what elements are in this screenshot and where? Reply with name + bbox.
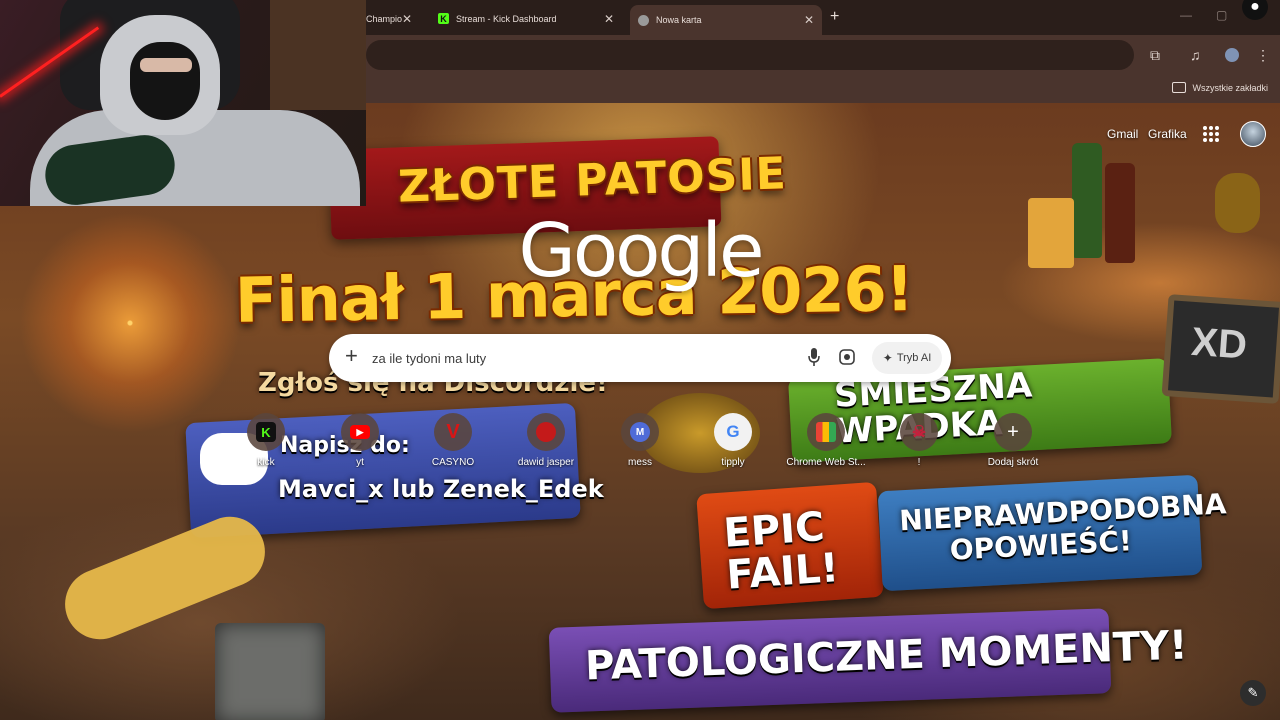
red-circle-icon [536,422,556,442]
tab-label: Nowa karta [656,15,702,25]
shortcut-label: ! [917,457,921,468]
minimize-icon[interactable]: — [1180,8,1192,22]
overlay-badge: ● [1242,0,1268,20]
skull-icon: ☠ [911,424,927,441]
customize-chrome-button[interactable]: ✎ [1240,680,1266,706]
shortcut-yt[interactable]: ▶ yt [320,413,400,468]
profile-avatar[interactable] [1225,48,1239,62]
shortcut-tipply[interactable]: G tipply [693,413,773,468]
google-apps-icon[interactable] [1203,126,1219,142]
gmail-link[interactable]: Gmail [1107,127,1138,141]
shortcut-tile [807,413,845,451]
google-logo: Google [518,208,765,294]
folder-icon [1172,82,1187,93]
shortcut-tile: + [994,413,1032,451]
ai-sparkle-icon: ✦ [882,351,893,365]
shortcut-label: Chrome Web St... [786,457,866,468]
poster-xd: XD [1189,319,1249,368]
close-icon[interactable]: ✕ [402,12,412,26]
xd-chalkboard: XD [1161,294,1280,404]
shortcut-label: mess [628,457,652,468]
chrome-web-store-icon [816,422,836,442]
letter-m-icon: M [630,422,650,442]
all-bookmarks-label: Wszystkie zakładki [1192,82,1268,93]
tab-champions[interactable]: Champio ✕ [358,6,420,31]
ai-mode-button[interactable]: ✦ Tryb AI [872,342,942,374]
microphone-icon[interactable] [807,348,821,366]
shortcut-label: Dodaj skrót [987,457,1039,468]
shortcut-label: tipply [721,457,745,468]
pencil-icon: ✎ [1247,685,1259,700]
webcam-person-eyes [140,58,192,72]
tab-label: Stream - Kick Dashboard [456,13,557,24]
poster-epic-fail: EPIC FAIL! [722,503,841,599]
plus-icon: + [1007,420,1019,443]
trash-bin-decoration [215,623,325,720]
extensions-icon[interactable]: ⧉ [1150,47,1160,64]
shortcut-label: yt [356,457,364,468]
webcam-overlay [0,0,366,206]
tab-label: Champio [366,13,403,24]
google-lens-icon[interactable] [839,349,855,365]
shortcut-chrome-web-store[interactable]: Chrome Web St... [786,413,866,468]
new-tab-button[interactable]: + [830,8,839,26]
shortcut-tile: K [247,413,285,451]
all-bookmarks-button[interactable]: Wszystkie zakładki [1172,82,1268,93]
search-input[interactable]: za ile tydoni ma luty [372,351,486,366]
webcam-shelf [270,0,366,110]
poster-discord-names: Mavci_x lub Zenek_Edek [278,475,604,503]
shortcut-label: kick [257,457,275,468]
tab-kick-dashboard[interactable]: K Stream - Kick Dashboard ✕ [430,6,622,31]
close-icon[interactable]: ✕ [604,12,614,26]
shortcut-dawid-jasper[interactable]: dawid jasper [506,413,586,468]
v-logo-icon: V [446,420,460,443]
media-controls-icon[interactable]: ♫ [1190,47,1201,63]
google-g-icon: G [726,422,740,441]
webcam-person-mask [130,42,200,120]
shortcut-label: dawid jasper [517,457,575,468]
shortcut-tile: V [434,413,472,451]
shortcut-kick[interactable]: K kick [226,413,306,468]
address-bar[interactable] [366,40,1134,70]
bottle-decoration [1072,143,1102,258]
shortcut-mess[interactable]: M mess [600,413,680,468]
shortcut-tile: ☠ [900,413,938,451]
menu-icon[interactable]: ⋮ [1256,47,1270,64]
kick-icon: K [438,13,449,24]
shortcut-tile: G [714,413,752,451]
chrome-icon [638,14,649,26]
shortcut-exclamation[interactable]: ☠ ! [879,413,959,468]
account-avatar[interactable] [1240,121,1266,147]
ai-mode-label: Tryb AI [896,352,932,364]
tab-new-tab[interactable]: Nowa karta ✕ [630,5,822,35]
jar-decoration [1215,173,1260,233]
images-link[interactable]: Grafika [1148,127,1187,141]
shortcut-label: CASYNO [431,457,475,468]
maximize-icon[interactable]: ▢ [1216,8,1227,22]
shortcut-casyno[interactable]: V CASYNO [413,413,493,468]
search-box[interactable]: + za ile tydoni ma luty ✦ Tryb AI [329,334,951,382]
shortcut-tile: M [621,413,659,451]
youtube-icon: ▶ [350,425,370,439]
shortcut-tile: ▶ [341,413,379,451]
beer-glass-decoration [1028,198,1074,268]
shortcut-tile [527,413,565,451]
plus-icon[interactable]: + [345,343,358,369]
shortcut-add[interactable]: + Dodaj skrót [973,413,1053,468]
close-icon[interactable]: ✕ [804,13,814,27]
bottle-decoration [1105,163,1135,263]
kick-icon: K [256,422,276,442]
